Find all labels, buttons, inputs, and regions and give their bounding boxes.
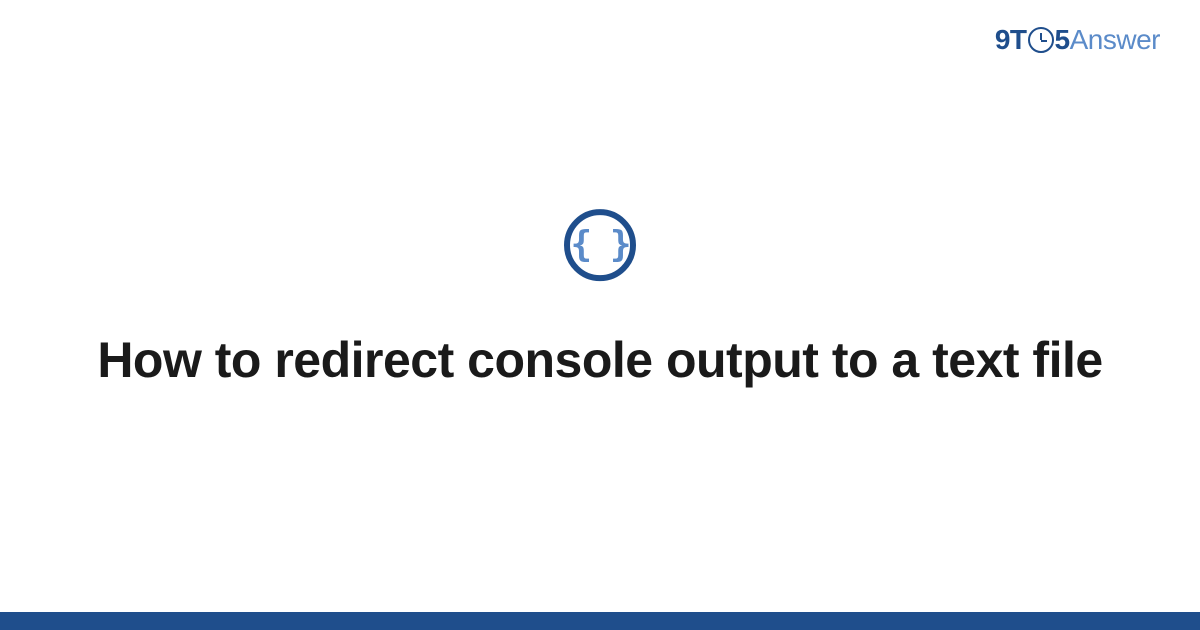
topic-icon-circle: { } <box>564 209 636 281</box>
brand-text-answer: Answer <box>1070 24 1160 56</box>
brand-text-9t: 9T <box>995 24 1027 56</box>
page-title: How to redirect console output to a text… <box>60 329 1140 392</box>
main-content: { } How to redirect console output to a … <box>0 209 1200 392</box>
brand-text-5: 5 <box>1055 24 1070 56</box>
brand-logo: 9T 5 Answer <box>995 24 1160 56</box>
clock-icon <box>1028 27 1054 53</box>
footer-accent-bar <box>0 612 1200 630</box>
code-braces-icon: { } <box>570 227 629 263</box>
